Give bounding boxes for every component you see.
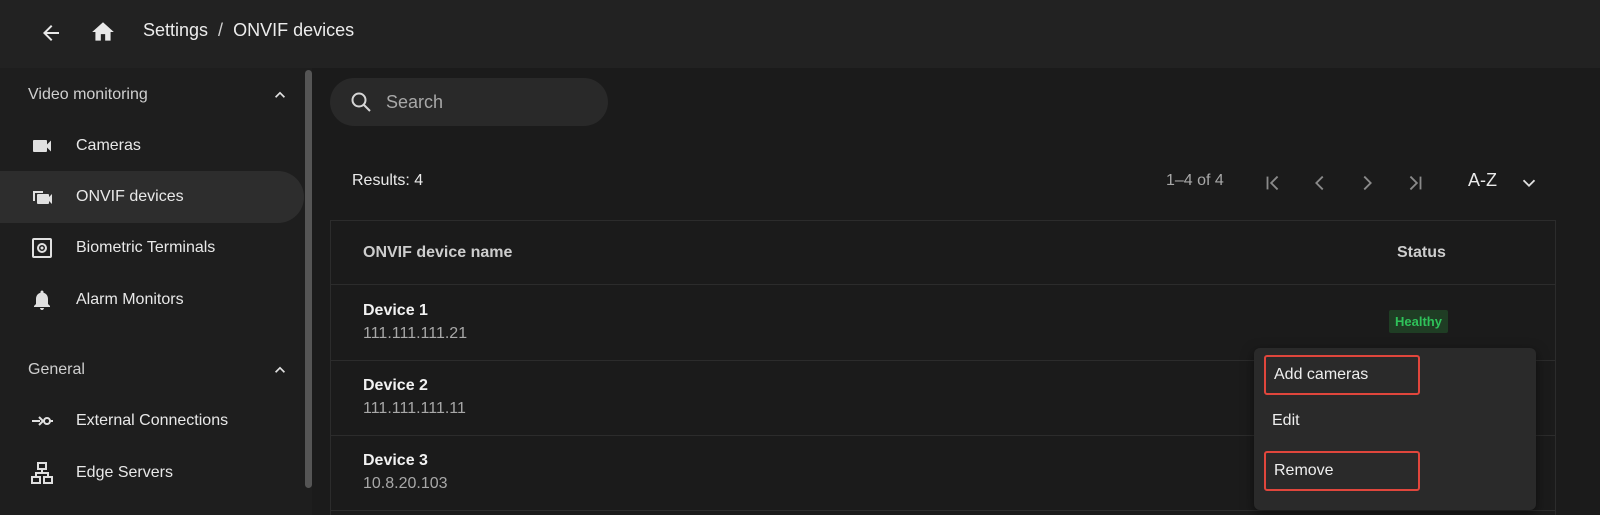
sidebar-item-label: Edge Servers	[76, 464, 173, 481]
sidebar-item-edge-servers[interactable]: Edge Servers	[0, 447, 304, 499]
chevron-up-icon	[275, 366, 285, 373]
menu-item-edit[interactable]: Edit	[1264, 401, 1420, 441]
breadcrumb-current: ONVIF devices	[233, 20, 355, 40]
device-name: Device 2	[363, 377, 428, 394]
table-header: ONVIF device name Status	[331, 221, 1555, 285]
breadcrumb-settings[interactable]: Settings	[143, 20, 208, 41]
sort-dropdown-button[interactable]	[1514, 168, 1544, 198]
first-page-button[interactable]	[1258, 168, 1288, 198]
arrow-left-icon	[43, 25, 59, 41]
results-count: Results: 4	[352, 172, 424, 189]
back-button[interactable]	[36, 18, 66, 48]
chevron-left-icon	[1315, 175, 1324, 191]
sidebar-item-label: Biometric Terminals	[76, 239, 216, 256]
sidebar-item-alarm-monitors[interactable]: Alarm Monitors	[0, 274, 304, 326]
onvif-devices-icon	[28, 183, 56, 211]
bell-icon	[28, 286, 56, 314]
sidebar-item-label: External Connections	[76, 412, 229, 429]
sidebar-scrollbar[interactable]	[305, 70, 312, 488]
breadcrumb-separator: /	[218, 20, 224, 40]
status-badge: Healthy	[1389, 310, 1448, 333]
next-page-button[interactable]	[1352, 168, 1382, 198]
search-box[interactable]	[330, 78, 608, 126]
edge-server-icon	[28, 459, 56, 487]
home-button[interactable]	[88, 17, 118, 47]
device-ip: 111.111.111.11	[363, 400, 466, 417]
sidebar-item-external-connections[interactable]: External Connections	[0, 395, 304, 447]
device-ip: 10.8.20.103	[363, 475, 448, 492]
search-input[interactable]	[386, 91, 586, 113]
column-header-status[interactable]: Status	[1397, 244, 1446, 262]
device-ip: 111.111.111.21	[363, 325, 468, 342]
biometric-terminal-icon	[28, 234, 56, 262]
previous-page-button[interactable]	[1305, 168, 1335, 198]
section-title: Video monitoring	[28, 86, 148, 103]
menu-item-remove[interactable]: Remove	[1264, 451, 1420, 491]
home-icon	[92, 22, 114, 41]
column-header-name[interactable]: ONVIF device name	[363, 244, 512, 262]
sort-order-label[interactable]: A-Z	[1468, 170, 1497, 191]
sidebar-item-onvif-devices[interactable]: ONVIF devices	[0, 171, 304, 223]
chevron-down-icon	[1522, 179, 1536, 188]
menu-item-add-cameras[interactable]: Add cameras	[1264, 355, 1420, 395]
device-name: Device 1	[363, 302, 428, 319]
top-bar: Settings / ONVIF devices	[0, 0, 1600, 68]
sidebar-item-label: Alarm Monitors	[76, 291, 184, 308]
first-page-icon	[1266, 175, 1279, 191]
device-name: Device 3	[363, 452, 428, 469]
section-header-general[interactable]: General	[28, 358, 290, 382]
last-page-button[interactable]	[1400, 168, 1430, 198]
breadcrumb: Settings / ONVIF devices	[143, 20, 354, 41]
sidebar-item-label: Cameras	[76, 137, 141, 154]
section-header-video-monitoring[interactable]: Video monitoring	[28, 83, 290, 107]
row-context-menu: Add cameras Edit Remove	[1254, 348, 1536, 510]
chevron-up-icon	[275, 91, 285, 98]
chevron-right-icon	[1363, 175, 1372, 191]
sidebar-item-label: ONVIF devices	[76, 188, 184, 205]
external-connection-icon	[28, 407, 56, 435]
video-camera-icon	[28, 132, 56, 160]
pagination-range: 1–4 of 4	[1166, 172, 1224, 189]
search-icon	[348, 89, 374, 115]
sidebar-item-biometric-terminals[interactable]: Biometric Terminals	[0, 222, 304, 274]
last-page-icon	[1409, 175, 1422, 191]
section-title: General	[28, 361, 85, 378]
sidebar-item-cameras[interactable]: Cameras	[0, 120, 304, 172]
